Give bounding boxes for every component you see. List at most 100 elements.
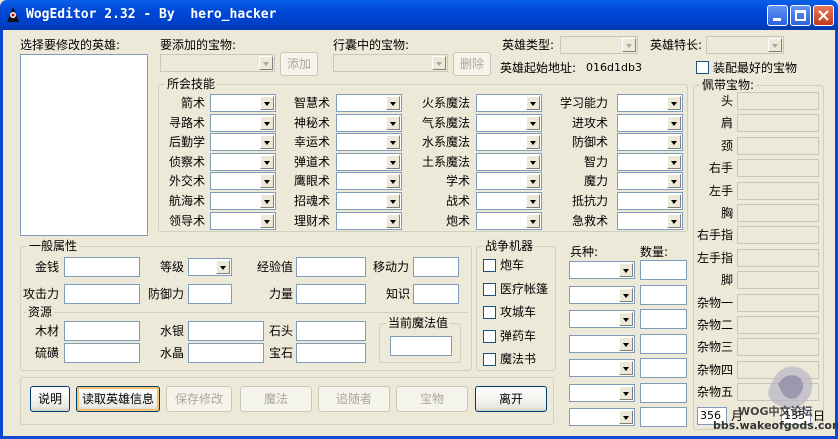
camp-artifact-select[interactable] (333, 54, 448, 72)
skill-level-select[interactable] (476, 113, 542, 132)
skill-level-select[interactable] (476, 152, 542, 171)
equipped-slot-field[interactable] (737, 181, 819, 200)
dropdown-arrow-icon[interactable] (386, 194, 400, 208)
troop-type-select[interactable] (569, 408, 635, 426)
save-button[interactable]: 保存修改 (166, 386, 232, 412)
level-select[interactable] (188, 258, 232, 276)
exit-button[interactable]: 离开 (475, 386, 547, 412)
dropdown-arrow-icon[interactable] (619, 361, 633, 375)
dropdown-arrow-icon[interactable] (386, 115, 400, 130)
troop-count-field[interactable] (640, 407, 687, 427)
dropdown-arrow-icon[interactable] (386, 96, 400, 110)
minimize-button[interactable] (767, 5, 788, 26)
troop-type-select[interactable] (569, 383, 635, 402)
defense-field[interactable] (188, 284, 232, 304)
dropdown-arrow-icon[interactable] (667, 194, 681, 208)
war-machine-checkbox[interactable] (483, 353, 496, 366)
equipped-slot-field[interactable] (737, 226, 819, 245)
skill-level-select[interactable] (336, 94, 402, 112)
delete-artifact-button[interactable]: 删除 (453, 52, 491, 76)
skill-level-select[interactable] (617, 192, 683, 210)
add-artifact-button[interactable]: 添加 (280, 52, 318, 76)
dropdown-arrow-icon[interactable] (386, 174, 400, 189)
troop-type-select[interactable] (569, 310, 635, 328)
attack-field[interactable] (64, 284, 140, 304)
skill-level-select[interactable] (336, 113, 402, 132)
equipped-slot-field[interactable] (737, 316, 819, 334)
mana-field[interactable] (390, 336, 452, 356)
add-artifact-select[interactable] (160, 54, 275, 72)
experience-field[interactable] (296, 257, 366, 277)
power-field[interactable] (296, 284, 366, 304)
dropdown-arrow-icon[interactable] (667, 96, 681, 110)
war-machine-checkbox[interactable] (483, 259, 496, 272)
equipped-slot-field[interactable] (737, 159, 819, 178)
dropdown-arrow-icon[interactable] (667, 213, 681, 228)
hero-type-select[interactable] (560, 36, 638, 54)
troop-count-field[interactable] (640, 333, 687, 354)
knowledge-field[interactable] (413, 284, 459, 304)
equipped-slot-field[interactable] (737, 248, 819, 267)
skill-level-select[interactable] (336, 192, 402, 210)
equipped-slot-field[interactable] (737, 271, 819, 290)
maximize-button[interactable] (790, 5, 811, 26)
war-machine-checkbox[interactable] (483, 329, 496, 343)
dropdown-arrow-icon[interactable] (619, 263, 633, 277)
help-button[interactable]: 说明 (30, 386, 70, 412)
dropdown-arrow-icon[interactable] (619, 287, 633, 302)
dropdown-arrow-icon[interactable] (667, 174, 681, 189)
equip-best-checkbox[interactable] (696, 61, 709, 74)
equipped-slot-field[interactable] (737, 136, 819, 155)
war-machine-checkbox[interactable] (483, 282, 496, 296)
skill-level-select[interactable] (617, 172, 683, 191)
dropdown-arrow-icon[interactable] (619, 410, 633, 424)
troop-count-field[interactable] (640, 260, 687, 280)
skill-level-select[interactable] (476, 211, 542, 230)
close-button[interactable] (813, 5, 834, 26)
troop-count-field[interactable] (640, 358, 687, 378)
skill-level-select[interactable] (617, 94, 683, 112)
skill-level-select[interactable] (617, 211, 683, 230)
gold-field[interactable] (64, 257, 140, 277)
dropdown-arrow-icon[interactable] (386, 213, 400, 228)
troop-type-select[interactable] (569, 285, 635, 304)
skill-level-select[interactable] (617, 133, 683, 152)
artifacts-button[interactable]: 宝物 (396, 386, 468, 412)
equipped-slot-field[interactable] (737, 92, 819, 110)
troop-type-select[interactable] (569, 334, 635, 353)
skill-level-select[interactable] (476, 133, 542, 152)
dropdown-arrow-icon[interactable] (619, 312, 633, 326)
dropdown-arrow-icon[interactable] (667, 135, 681, 150)
followers-button[interactable]: 追随者 (318, 386, 390, 412)
movement-field[interactable] (413, 257, 459, 277)
troop-type-select[interactable] (569, 359, 635, 377)
magic-button[interactable]: 魔法 (240, 386, 312, 412)
hero-listbox[interactable] (20, 54, 148, 236)
dropdown-arrow-icon[interactable] (386, 154, 400, 169)
skill-level-select[interactable] (476, 172, 542, 191)
skill-level-select[interactable] (336, 133, 402, 152)
equipped-slot-field[interactable] (737, 338, 819, 357)
equipped-slot-field[interactable] (737, 293, 819, 312)
ore-field[interactable] (296, 321, 366, 341)
dropdown-arrow-icon[interactable] (667, 115, 681, 130)
hero-specialty-select[interactable] (706, 36, 784, 54)
skill-level-select[interactable] (476, 192, 542, 210)
crystal-field[interactable] (188, 343, 264, 363)
skill-level-select[interactable] (617, 113, 683, 132)
skill-level-select[interactable] (336, 211, 402, 230)
sulfur-field[interactable] (64, 343, 140, 363)
dropdown-arrow-icon[interactable] (619, 336, 633, 351)
troop-count-field[interactable] (640, 309, 687, 329)
dropdown-arrow-icon[interactable] (619, 385, 633, 400)
wood-field[interactable] (64, 321, 140, 341)
skill-level-select[interactable] (336, 172, 402, 191)
equipped-slot-field[interactable] (737, 204, 819, 222)
equipped-slot-field[interactable] (737, 114, 819, 133)
skill-level-select[interactable] (476, 94, 542, 112)
troop-count-field[interactable] (640, 382, 687, 403)
read-hero-button[interactable]: 读取英雄信息 (76, 386, 160, 412)
gems-field[interactable] (296, 343, 366, 363)
dropdown-arrow-icon[interactable] (667, 154, 681, 169)
skill-level-select[interactable] (336, 152, 402, 171)
